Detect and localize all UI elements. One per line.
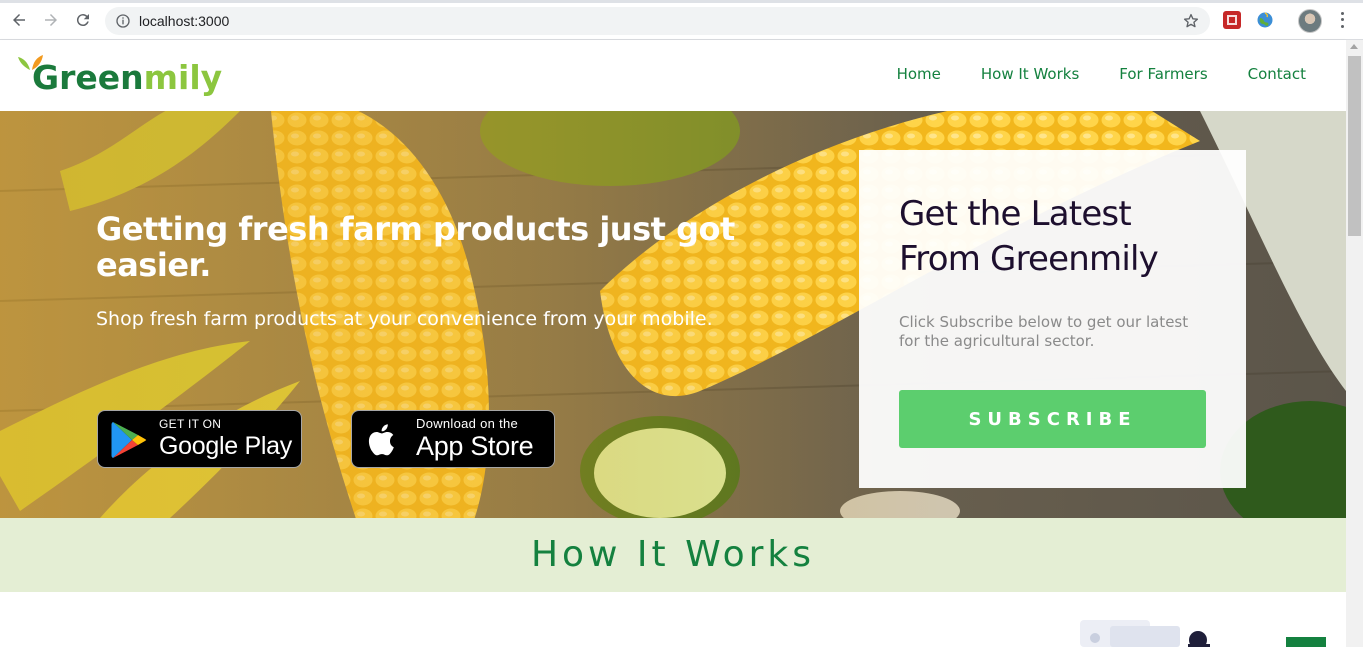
apple-icon — [368, 424, 394, 456]
site-header: Greenmily Home How It Works For Farmers … — [0, 40, 1346, 111]
arrow-right-icon — [45, 14, 57, 26]
logo-text: Greenmily — [32, 58, 223, 97]
google-badge-small: GET IT ON — [159, 417, 222, 431]
page-scrollbar[interactable] — [1346, 40, 1363, 647]
nav-for-farmers[interactable]: For Farmers — [1119, 64, 1207, 84]
browser-menu-icon[interactable] — [1334, 10, 1350, 30]
scrollbar-thumb[interactable] — [1348, 56, 1361, 236]
tab-strip — [0, 0, 1363, 3]
profile-avatar[interactable] — [1298, 9, 1322, 33]
nav-how-it-works[interactable]: How It Works — [981, 64, 1079, 84]
puzzle-icon — [1227, 15, 1237, 25]
nav-home[interactable]: Home — [897, 64, 941, 84]
scroll-up-arrow-icon[interactable] — [1350, 44, 1358, 49]
how-it-works-band: How It Works — [0, 518, 1346, 592]
info-icon[interactable] — [115, 13, 131, 29]
subscribe-title: Get the Latest From Greenmily — [899, 194, 1159, 279]
leaf-icon — [18, 55, 43, 70]
how-it-works-title: How It Works — [530, 534, 816, 575]
hero-section: Getting fresh farm products just got eas… — [0, 111, 1346, 518]
bookmark-star-icon[interactable] — [1182, 12, 1200, 30]
google-play-badge[interactable]: GET IT ON Google Play — [97, 410, 302, 468]
globe-icon — [1257, 12, 1273, 28]
how-it-works-content — [0, 592, 1346, 647]
reload-icon — [76, 14, 89, 27]
extension-icon[interactable] — [1223, 11, 1241, 29]
apple-badge-text: Download on the App Store — [416, 416, 534, 462]
address-bar[interactable]: localhost:3000 — [105, 7, 1210, 35]
apple-badge-small: Download on the — [416, 416, 519, 431]
hero-title: Getting fresh farm products just got eas… — [96, 210, 735, 284]
back-button[interactable] — [9, 10, 29, 30]
globe-extension-icon[interactable] — [1256, 11, 1274, 29]
reload-button[interactable] — [73, 10, 93, 30]
subscribe-button[interactable]: SUBSCRIBE — [899, 390, 1206, 448]
logo[interactable]: Greenmily — [18, 52, 222, 98]
forward-button[interactable] — [41, 10, 61, 30]
nav-contact[interactable]: Contact — [1248, 64, 1306, 84]
scroll-to-top-button[interactable] — [1286, 637, 1326, 647]
main-nav: Home How It Works For Farmers Contact — [897, 64, 1306, 84]
illustration-image — [1080, 620, 1210, 647]
google-badge-text: GET IT ON Google Play — [159, 417, 292, 461]
google-play-icon — [111, 422, 147, 458]
url-text[interactable]: localhost:3000 — [139, 12, 229, 30]
app-store-badge[interactable]: Download on the App Store — [351, 410, 555, 468]
browser-toolbar: localhost:3000 — [0, 0, 1363, 40]
subscribe-card: Get the Latest From Greenmily Click Subs… — [859, 150, 1246, 488]
apple-badge-big: App Store — [416, 431, 534, 461]
arrow-left-icon — [13, 14, 25, 26]
subscribe-text: Click Subscribe below to get our latest … — [899, 313, 1189, 350]
google-badge-big: Google Play — [159, 432, 292, 460]
hero-subtitle: Shop fresh farm products at your conveni… — [96, 308, 713, 330]
